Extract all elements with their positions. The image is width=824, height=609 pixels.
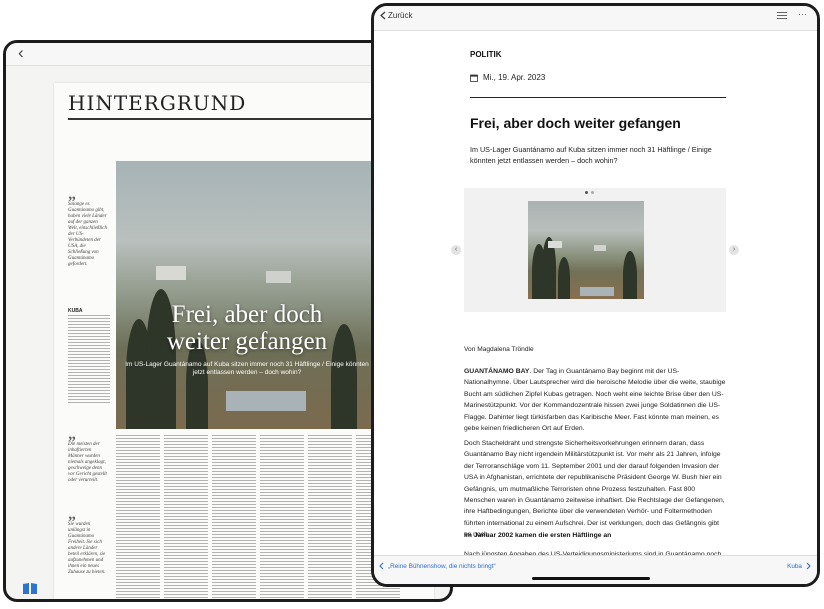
top-bar: Zurück ··· — [374, 6, 817, 31]
next-article-link[interactable]: Kuba — [787, 562, 811, 570]
home-indicator[interactable] — [532, 577, 650, 580]
date-row: Mi., 19. Apr. 2023 — [470, 73, 545, 82]
quote-mark-icon: „ — [68, 186, 76, 203]
photo-building — [580, 287, 614, 296]
kuba-label: KUBA — [68, 308, 83, 314]
photo-building — [594, 245, 606, 251]
article-view-tablet: Zurück ··· POLITIK Mi., 19. Apr. 2023 Fr… — [371, 3, 820, 587]
carousel-prev-button[interactable]: ‹ — [451, 245, 461, 255]
photo-tree — [623, 251, 637, 299]
chevron-right-icon — [806, 562, 811, 570]
paragraph-2: Doch Stacheldraht und strengste Sicherhe… — [464, 440, 725, 539]
carousel-dot[interactable] — [591, 191, 594, 194]
text-column — [116, 435, 160, 599]
pull-quote-3: „ Sie wurden unlängst in Guantánamo Frei… — [68, 506, 108, 576]
photo-building — [548, 241, 562, 248]
article-headline: Frei, aber doch weiter gefangen — [470, 115, 681, 131]
text-column — [68, 315, 110, 405]
text-column — [308, 435, 352, 599]
back-button[interactable]: Zurück — [380, 11, 412, 20]
chevron-left-icon — [380, 11, 386, 20]
chevron-left-icon — [379, 562, 384, 570]
photo-tree — [558, 257, 570, 299]
paragraph-subheading: Im Januar 2002 kamen die ersten Häftling… — [464, 532, 612, 539]
back-icon[interactable]: ‹ — [18, 44, 24, 62]
text-column — [260, 435, 304, 599]
article-date: Mi., 19. Apr. 2023 — [483, 73, 546, 82]
photo-building — [226, 391, 306, 411]
text-column — [164, 435, 208, 599]
lead-photo: Frei, aber doch weiter gefangen Im US-La… — [116, 161, 378, 429]
section-label: POLITIK — [470, 50, 502, 59]
library-icon[interactable] — [22, 582, 38, 595]
photo-title: Frei, aber doch weiter gefangen — [166, 301, 328, 355]
photo-building — [266, 271, 291, 283]
more-icon[interactable]: ··· — [798, 9, 807, 19]
menu-icon[interactable] — [777, 11, 787, 20]
page-heading: HINTERGRUND — [68, 91, 247, 115]
article-photo[interactable] — [528, 201, 644, 299]
image-carousel[interactable]: ‹ › — [451, 188, 739, 312]
photo-subtitle: Im US-Lager Guantánamo auf Kuba sitzen i… — [125, 361, 369, 376]
header-rule — [470, 97, 726, 98]
text-column — [212, 435, 256, 599]
article-nav-bar: „Reine Bühnenshow, die nichts bringt“ Ku… — [374, 555, 817, 584]
quote-mark-icon: „ — [68, 506, 76, 523]
carousel-next-button[interactable]: › — [729, 245, 739, 255]
pull-quote-1: „ Solange es Guantánamo gibt, haben viel… — [68, 186, 107, 268]
previous-article-link[interactable]: „Reine Bühnenshow, die nichts bringt“ — [379, 562, 496, 570]
article-subhead: Im US-Lager Guantánamo auf Kuba sitzen i… — [470, 145, 712, 165]
carousel-dot-active[interactable] — [585, 191, 588, 194]
byline: Von Magdalena Tröndle — [464, 346, 534, 353]
pull-quote-2: „ Die meisten der inhaftierten Männer wu… — [68, 426, 107, 484]
back-label: Zurück — [388, 11, 413, 20]
photo-building — [156, 266, 186, 280]
carousel-dots — [585, 191, 594, 194]
quote-mark-icon: „ — [68, 426, 76, 443]
paragraph-1: GUANTÁNAMO BAY. Der Tag in Guantánamo Ba… — [464, 368, 726, 433]
calendar-icon — [470, 74, 478, 82]
